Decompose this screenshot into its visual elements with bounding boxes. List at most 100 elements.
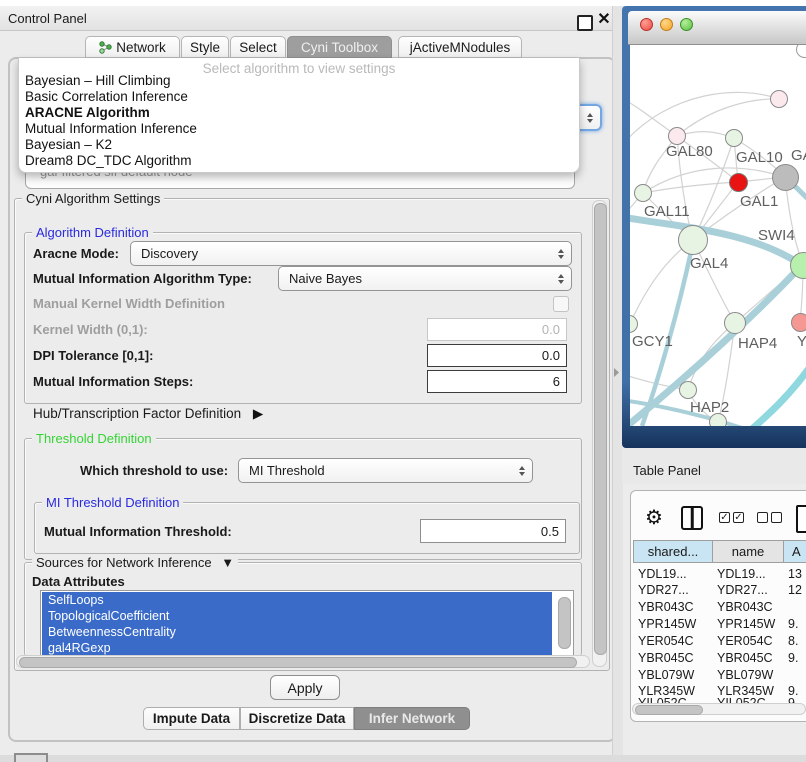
node-gal11[interactable] [634,184,652,202]
tab-cyni-toolbox[interactable]: Cyni Toolbox [287,36,392,58]
table-cell[interactable]: YIL052C [717,696,766,703]
table-cell[interactable]: 9 [788,696,795,703]
tab-jactivemnodules[interactable]: jActiveMNodules [398,36,522,58]
apply-button[interactable]: Apply [270,675,340,700]
zoom-traffic-light-icon[interactable] [680,18,693,31]
attribute-item-selected[interactable]: BetweennessCentrality [42,624,552,640]
table-cell[interactable]: YPR145W [717,617,775,631]
table-panel-header: Table Panel [622,448,806,484]
tab-style[interactable]: Style [181,36,229,58]
mi-threshold-field[interactable]: 0.5 [420,519,566,543]
dropdown-item[interactable]: Basic Correlation Inference [22,89,575,105]
table-cell[interactable]: 8. [788,634,798,648]
screen: Control Panel ✕ Network Style Select Cyn… [0,0,806,762]
kernel-width-field[interactable]: 0.0 [427,318,567,341]
table-cell[interactable]: YDL19... [717,567,766,581]
checked-checkbox-icon[interactable]: ✓ [733,512,744,523]
minimize-traffic-light-icon[interactable] [660,18,673,31]
node-hap2[interactable] [679,381,697,399]
close-traffic-light-icon[interactable] [640,18,653,31]
tab-select[interactable]: Select [230,36,286,58]
unchecked-checkbox-icon[interactable] [757,512,768,523]
table-cell[interactable]: YDR27... [638,583,689,597]
settings-vscroll-thumb[interactable] [594,203,607,655]
table-cell[interactable]: YDR27... [717,583,768,597]
float-window-icon[interactable] [577,15,593,31]
table-cell[interactable]: 13 [788,567,802,581]
attribute-item-selected[interactable]: gal4RGexp [42,640,552,656]
node-gal10[interactable] [725,129,743,147]
dropdown-item[interactable]: Bayesian – K2 [22,137,575,153]
node-label: GAL11 [644,203,690,220]
document-icon[interactable] [796,505,806,533]
algorithm-dropdown[interactable]: Select algorithm to view settings Bayesi… [18,58,580,173]
table-cell[interactable]: YIL052C [638,696,687,703]
table-cell[interactable]: YBR043C [638,600,694,614]
node-label: Y [797,333,806,350]
table-hscroll-track[interactable] [632,703,806,715]
table-cell[interactable]: YBR045C [638,651,694,665]
table-cell[interactable]: YBL079W [638,668,694,682]
aracne-mode-combo[interactable]: Discovery [130,241,572,266]
column-header-name-label: name [732,544,765,559]
tab-network[interactable]: Network [85,36,180,58]
tab-discretize-data[interactable]: Discretize Data [240,707,354,730]
network-canvas[interactable]: GAL GAL80 GAL10 GAL1 GAL11 SWI4 GAL4 GCY… [630,45,806,426]
table-cell[interactable]: YBR043C [717,600,773,614]
table-cell[interactable]: YBL079W [717,668,773,682]
table-cell[interactable]: YER054C [717,634,773,648]
corner-widget-icon[interactable] [14,753,48,762]
table-cell[interactable]: YDL19... [638,567,687,581]
network-window-titlebar[interactable] [628,11,806,45]
attribute-item-selected[interactable]: SelfLoops [42,592,552,608]
dropdown-item[interactable]: Bayesian – Hill Climbing [22,73,575,89]
table-cell[interactable]: YPR145W [638,617,696,631]
table-cell[interactable]: YBR045C [717,651,773,665]
node-gal4[interactable] [678,225,708,255]
dropdown-item-selected[interactable]: ARACNE Algorithm [22,105,575,121]
column-header-partial[interactable]: A [783,540,806,563]
checked-checkbox-icon[interactable]: ✓ [719,512,730,523]
collapse-down-icon[interactable]: ▼ [221,555,234,570]
column-header-shared[interactable]: shared... [633,540,712,563]
settings-vscroll-track[interactable] [592,200,607,667]
dpi-tolerance-field[interactable]: 0.0 [427,344,567,367]
mi-algorithm-type-combo[interactable]: Naive Bayes [278,266,572,291]
which-threshold-combo[interactable]: MI Threshold [238,458,533,483]
attribute-item-selected[interactable]: TopologicalCoefficient [42,608,552,624]
hub-definition-toggle[interactable]: Hub/Transcription Factor Definition ▶ [33,406,263,422]
combo-spinner-icon [587,113,593,123]
data-attributes-list[interactable]: SelfLoops TopologicalCoefficient Between… [40,590,574,657]
partial-table-row[interactable]: YIL052C YIL052C 9 [632,696,806,703]
tab-impute-data[interactable]: Impute Data [143,707,240,730]
dropdown-item[interactable]: Dream8 DC_TDC Algorithm [22,153,575,169]
node-label: HAP4 [738,335,777,352]
unchecked-checkbox-icon[interactable] [771,512,782,523]
list-vertical-scrollbar[interactable] [558,597,571,649]
table-cell[interactable]: 12 [788,583,802,597]
tab-infer-network[interactable]: Infer Network [354,707,470,730]
dpi-tolerance-value: 0.0 [542,348,560,363]
node-salmon[interactable] [791,313,806,332]
node-gray[interactable] [772,164,799,191]
apply-button-label: Apply [287,680,322,696]
node-gal1[interactable] [729,173,748,192]
node-hap4[interactable] [724,312,746,334]
gear-icon[interactable]: ⚙ [643,507,665,529]
node-gal[interactable] [770,90,788,108]
mi-algorithm-type-value: Naive Bayes [289,271,362,286]
table-cell[interactable]: YER054C [638,634,694,648]
mi-steps-field[interactable]: 6 [427,370,567,393]
manual-kernel-width-checkbox[interactable] [553,296,569,312]
combo-spinner-icon [558,249,564,259]
columns-icon[interactable] [681,506,703,530]
settings-hscroll-track[interactable] [16,655,590,668]
mi-algorithm-type-label: Mutual Information Algorithm Type: [33,271,252,286]
table-cell[interactable]: 9. [788,651,798,665]
settings-hscroll-thumb[interactable] [19,657,577,668]
table-hscroll-thumb[interactable] [635,705,703,715]
close-icon[interactable]: ✕ [596,11,612,29]
table-cell[interactable]: 9. [788,617,798,631]
column-header-name[interactable]: name [712,540,783,563]
dropdown-item[interactable]: Mutual Information Inference [22,121,575,137]
